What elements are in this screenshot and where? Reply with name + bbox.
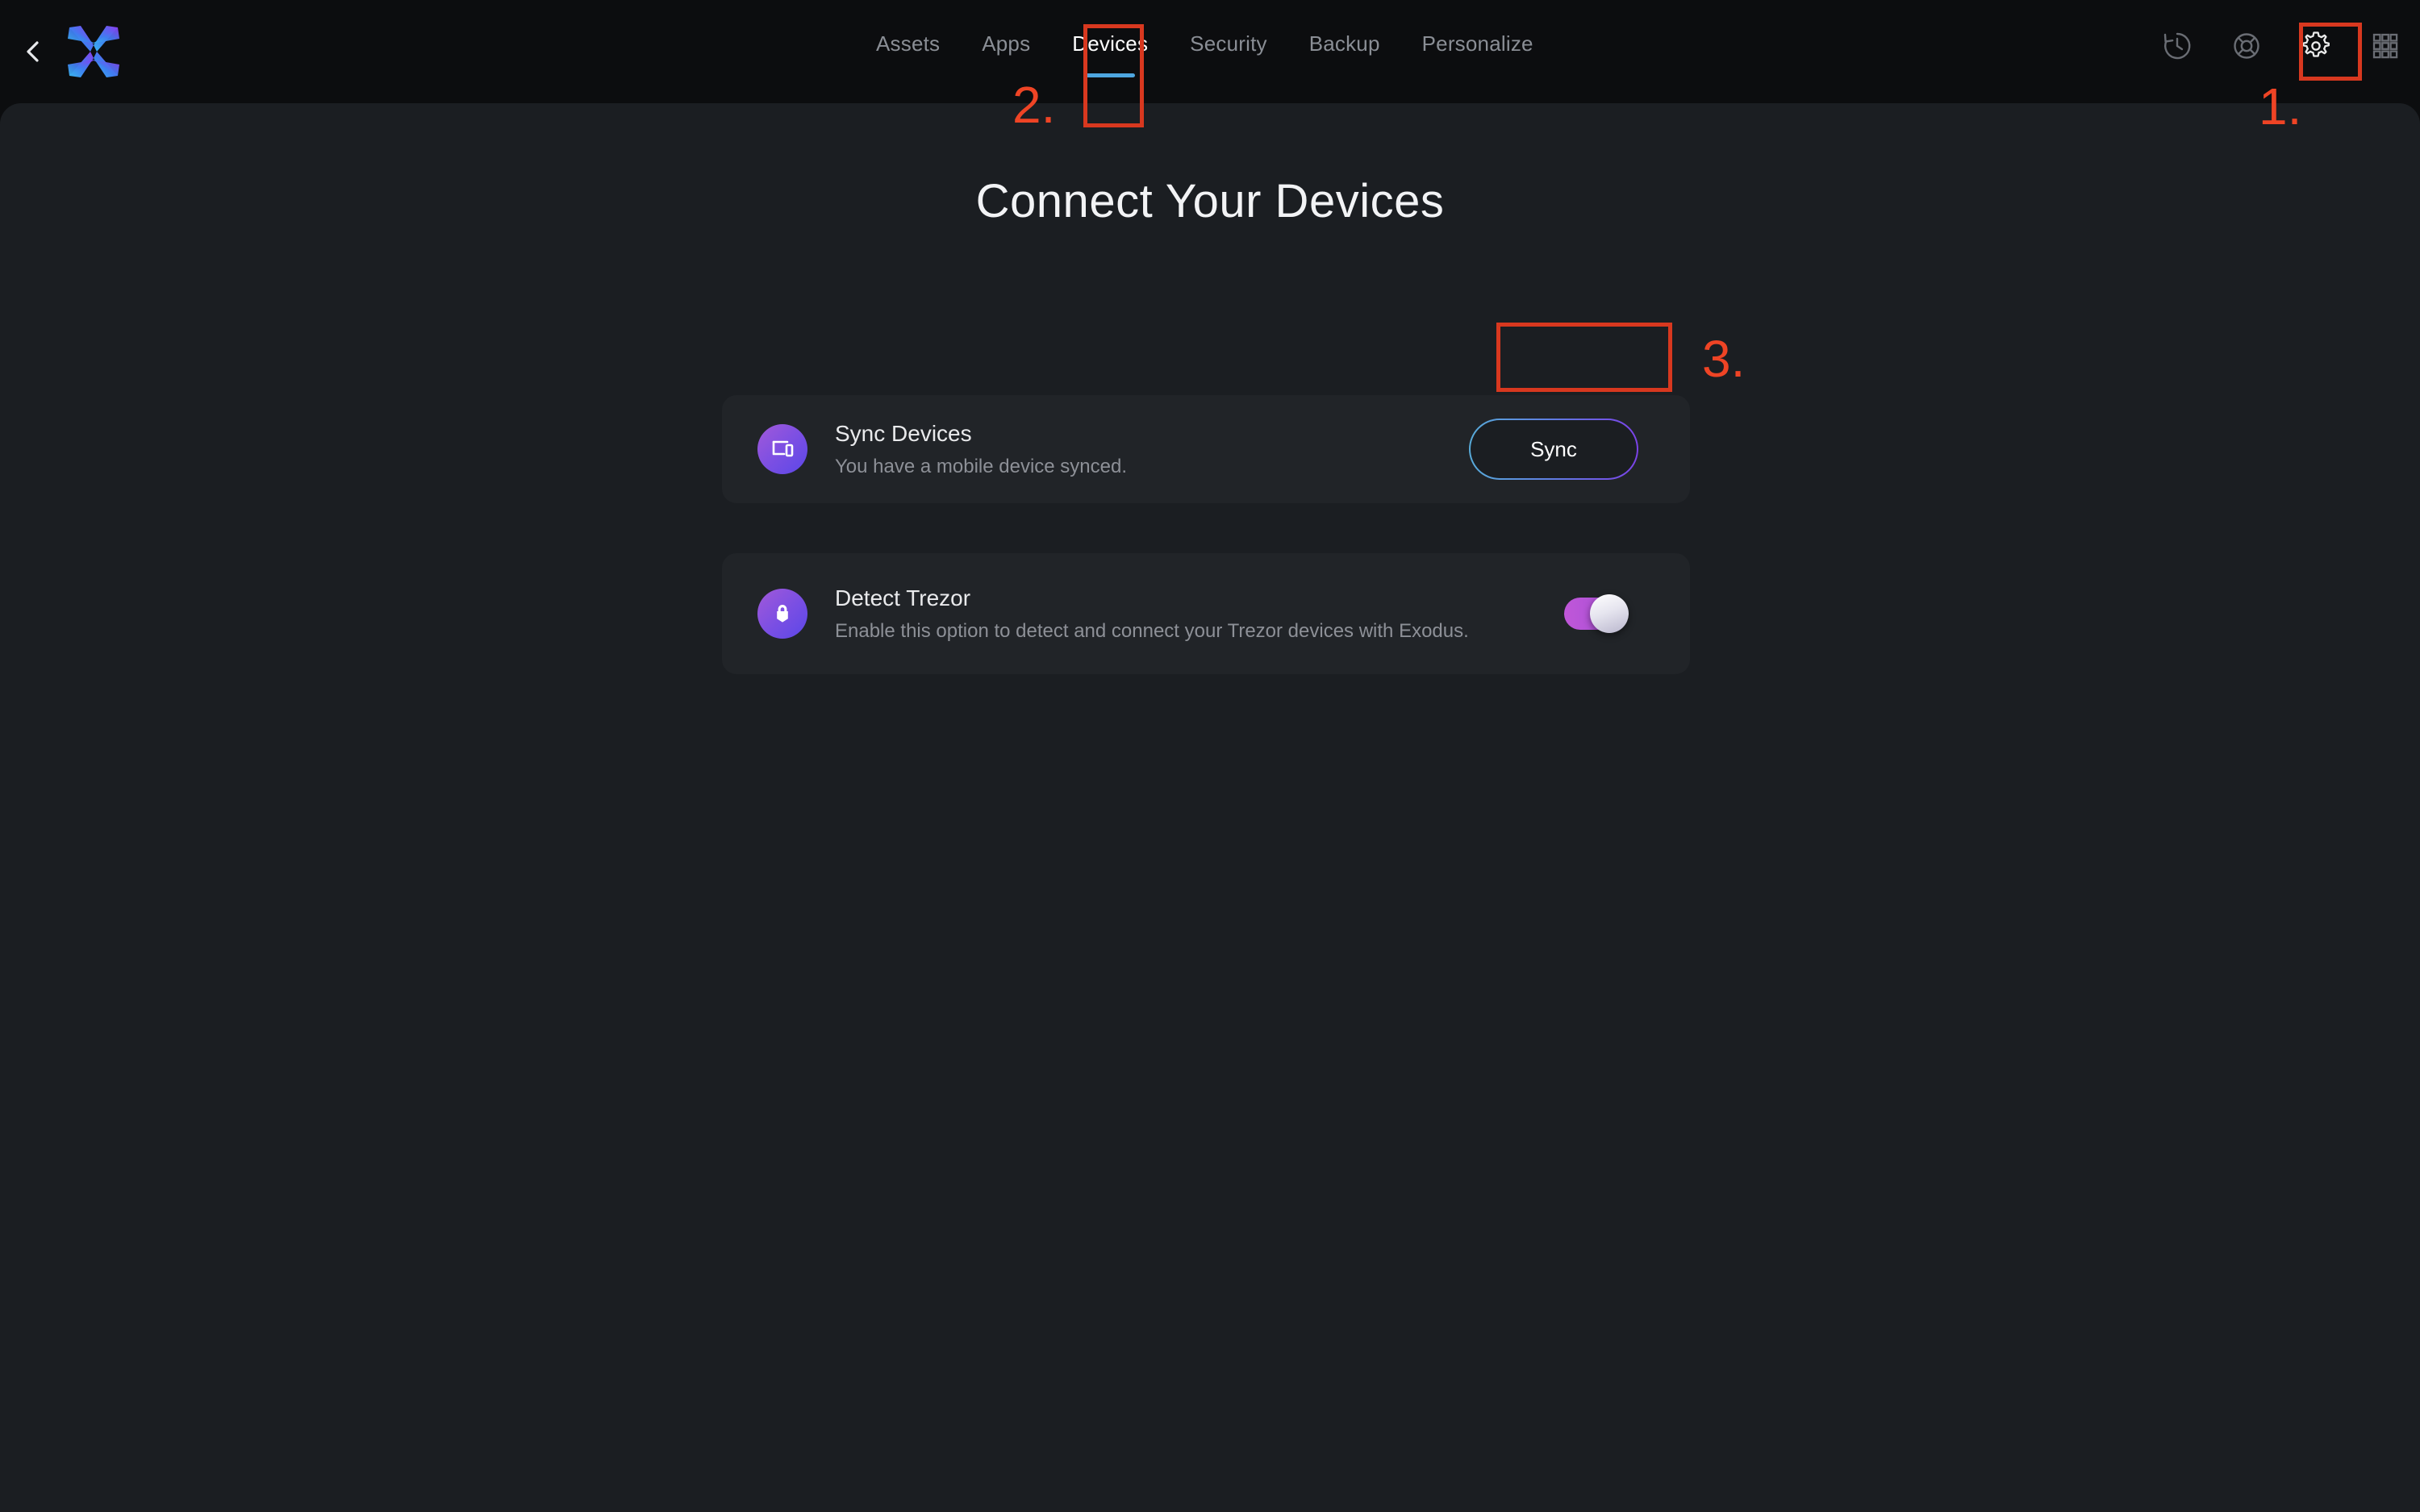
detect-trezor-title: Detect Trezor xyxy=(835,585,971,610)
device-cards-list: Sync Devices You have a mobile device sy… xyxy=(722,395,1690,674)
gear-settings-icon[interactable] xyxy=(2299,29,2333,63)
tab-personalize[interactable]: Personalize xyxy=(1401,31,1554,56)
sync-devices-subtitle: You have a mobile device synced. xyxy=(835,455,1128,477)
detect-trezor-subtitle: Enable this option to detect and connect… xyxy=(835,619,1469,642)
tab-backup[interactable]: Backup xyxy=(1288,31,1401,56)
detect-trezor-text: Detect Trezor Enable this option to dete… xyxy=(835,585,1564,644)
sync-devices-icon-badge xyxy=(757,424,807,474)
annotation-number-1: 1. xyxy=(2259,77,2302,135)
header-icon-group xyxy=(2160,29,2402,63)
sync-devices-text: Sync Devices You have a mobile device sy… xyxy=(835,420,1471,479)
tab-label: Assets xyxy=(876,31,941,56)
monitor-phone-icon xyxy=(772,440,794,457)
tab-label: Apps xyxy=(982,31,1031,56)
sync-devices-title: Sync Devices xyxy=(835,420,972,446)
tab-devices[interactable]: Devices xyxy=(1051,31,1169,77)
detect-trezor-icon-badge xyxy=(757,589,807,639)
tab-label: Personalize xyxy=(1421,31,1533,56)
tab-assets[interactable]: Assets xyxy=(855,31,961,56)
exodus-logo[interactable] xyxy=(63,21,124,82)
back-button[interactable] xyxy=(18,35,50,68)
tab-label: Devices xyxy=(1072,31,1149,56)
card-sync-devices: Sync Devices You have a mobile device sy… xyxy=(722,395,1690,503)
content-area: Connect Your Devices Sync Devices You ha… xyxy=(0,103,2420,1512)
detect-trezor-toggle[interactable] xyxy=(1564,594,1629,633)
chevron-left-icon xyxy=(27,41,39,62)
trezor-lock-icon xyxy=(777,605,788,623)
sync-button-wrapper: Sync xyxy=(1469,419,1638,480)
card-detect-trezor: Detect Trezor Enable this option to dete… xyxy=(722,553,1690,674)
annotation-number-3: 3. xyxy=(1702,330,1746,388)
sync-button[interactable]: Sync xyxy=(1469,419,1638,480)
exodus-x-logo-icon xyxy=(68,26,119,77)
tab-label: Security xyxy=(1190,31,1267,56)
history-icon[interactable] xyxy=(2160,29,2194,63)
active-tab-underline xyxy=(1085,73,1136,77)
lifebuoy-help-icon[interactable] xyxy=(2230,29,2264,63)
toggle-knob xyxy=(1590,594,1629,633)
annotation-number-2: 2. xyxy=(1012,76,1056,134)
tab-apps[interactable]: Apps xyxy=(961,31,1051,56)
app-window: Assets Apps Devices Security Backup Pers… xyxy=(0,0,2420,1512)
page-title: Connect Your Devices xyxy=(975,175,1445,227)
tab-label: Backup xyxy=(1308,31,1380,56)
tab-security[interactable]: Security xyxy=(1169,31,1288,56)
app-header: Assets Apps Devices Security Backup Pers… xyxy=(0,0,2420,103)
grid-apps-icon[interactable] xyxy=(2368,29,2402,63)
main-nav-tabs: Assets Apps Devices Security Backup Pers… xyxy=(855,31,1554,77)
